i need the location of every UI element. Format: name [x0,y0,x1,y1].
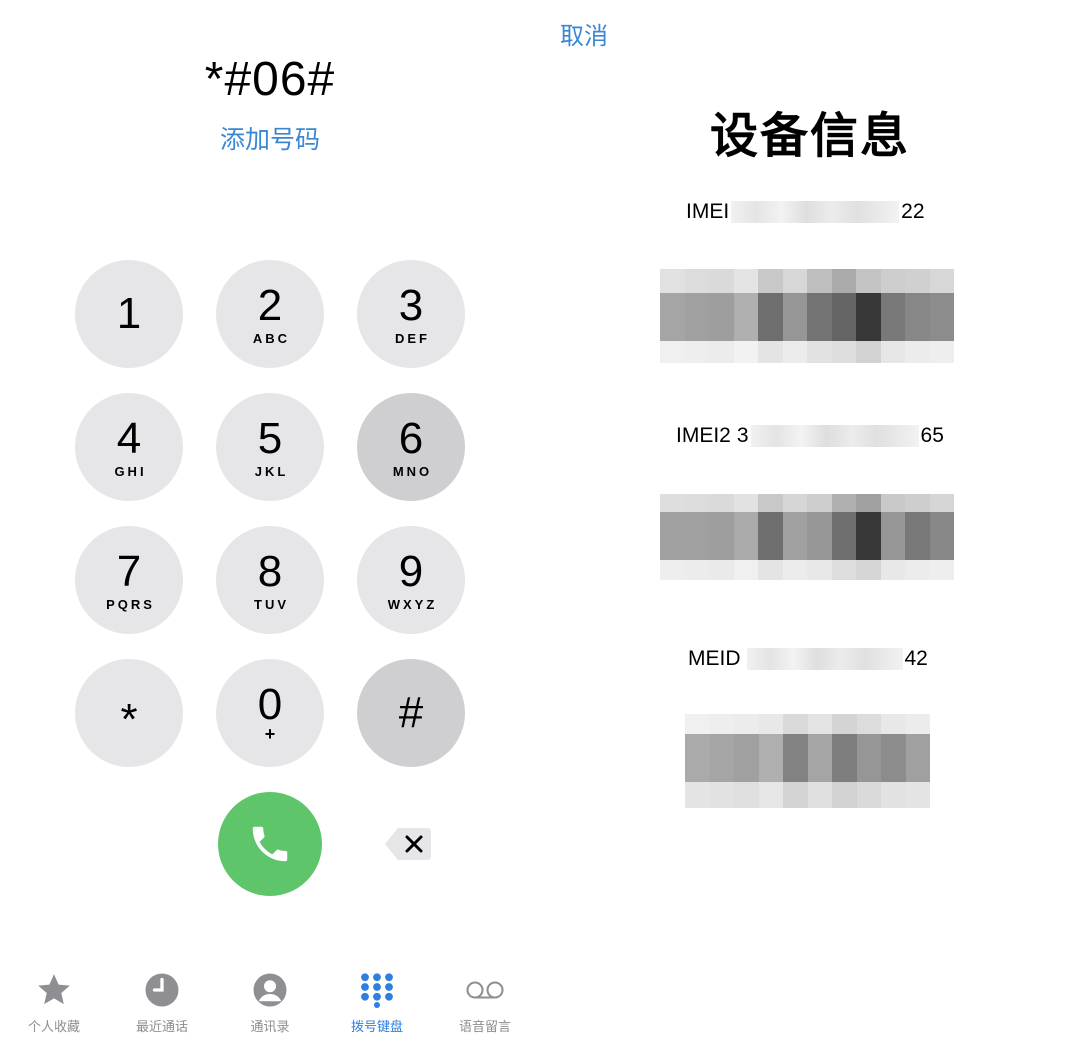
key-digit: 9 [398,546,424,596]
key-3[interactable]: 3 DEF [357,260,465,368]
key-1[interactable]: 1 [75,260,183,368]
phone-icon [252,826,288,862]
key-digit: 0 [257,679,283,729]
key-letters: GHI [114,463,147,479]
meid-suffix: 42 [904,647,928,670]
key-5[interactable]: 5 JKL [216,393,324,501]
delete-button[interactable] [384,826,432,862]
call-button[interactable] [218,792,322,896]
tab-contacts[interactable]: 通讯录 [220,970,320,1035]
key-digit: 8 [257,546,283,596]
star-icon [34,970,74,1010]
key-letters: WXYZ [387,596,438,612]
key-star[interactable]: * [75,659,183,767]
imei2-redacted [750,425,919,447]
key-letters: JKL [254,463,289,479]
key-letters: ABC [252,330,291,346]
key-letters: TUV [254,596,289,612]
key-letters: MNO [392,463,433,479]
imei2-line: IMEI2 3 65 [676,424,944,448]
add-number-link[interactable]: 添加号码 [60,120,480,156]
clock-icon [142,970,182,1010]
tab-label: 最近通话 [135,1019,188,1034]
key-digit: 5 [257,413,283,463]
imei2-suffix: 65 [920,424,944,447]
tab-favorites[interactable]: 个人收藏 [4,970,104,1035]
imei2-label: IMEI2 [676,424,731,447]
keypad-icon [357,970,397,1010]
key-digit: 3 [398,280,424,330]
key-letters: DEF [395,330,430,346]
contact-icon [250,970,290,1010]
key-digit: 4 [116,413,142,463]
backspace-icon [385,828,431,860]
key-digit: 7 [116,546,142,596]
key-0[interactable]: 0 + [216,659,324,767]
key-digit: # [398,688,424,737]
key-hash[interactable]: # [357,659,465,767]
imei-redacted [731,201,900,223]
meid-barcode-redacted [685,714,930,808]
key-digit: 6 [398,413,424,463]
meid-redacted [746,648,903,670]
imei-barcode-redacted [660,269,954,363]
key-digit: 1 [116,289,142,338]
cancel-button[interactable]: 取消 [560,16,608,51]
key-9[interactable]: 9 WXYZ [357,526,465,634]
imei-line: IMEI 22 [686,200,925,224]
imei2-prefix: 3 [736,424,749,447]
dialed-number-display: *#06# [204,53,336,106]
key-letters: PQRS [106,596,155,612]
voicemail-icon [465,970,505,1010]
imei-suffix: 22 [901,200,925,223]
key-4[interactable]: 4 GHI [75,393,183,501]
imei-label: IMEI [686,200,730,223]
key-8[interactable]: 8 TUV [216,526,324,634]
tab-label: 拨号键盘 [350,1019,403,1034]
meid-line: MEID 42 [688,647,928,671]
imei2-barcode-redacted [660,494,954,580]
tab-voicemail[interactable]: 语音留言 [435,970,535,1035]
key-digit: 2 [257,280,283,330]
tab-keypad[interactable]: 拨号键盘 [327,970,427,1035]
key-7[interactable]: 7 PQRS [75,526,183,634]
device-info-title: 设备信息 [709,110,910,163]
key-6[interactable]: 6 MNO [357,393,465,501]
key-digit: * [120,695,138,744]
tab-label: 语音留言 [458,1019,511,1034]
tab-recents[interactable]: 最近通话 [112,970,212,1035]
tab-label: 通讯录 [250,1019,290,1034]
meid-label: MEID [688,647,741,670]
tab-bar: 个人收藏 最近通话 通讯录 拨号键盘 语音留言 [0,970,540,1040]
key-2[interactable]: 2 ABC [216,260,324,368]
key-letters: + [264,723,276,744]
tab-label: 个人收藏 [27,1019,80,1034]
